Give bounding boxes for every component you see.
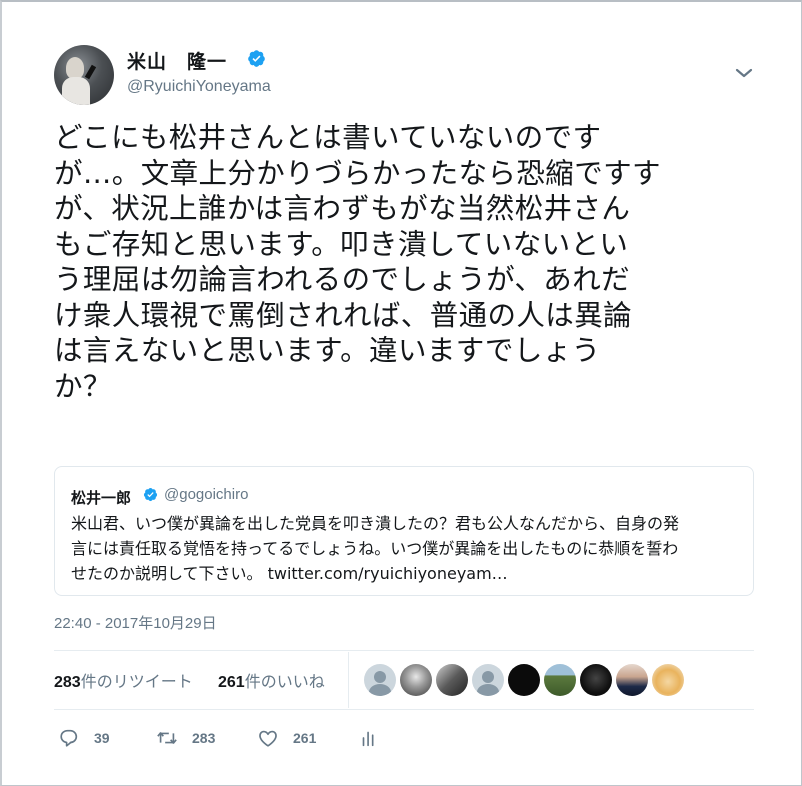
verified-badge-icon bbox=[248, 50, 265, 67]
liker-avatar[interactable] bbox=[652, 664, 684, 696]
avatar-figure-body bbox=[62, 77, 90, 105]
tweet-line: う理屈は勿論言われるのでしょうが、あれだ bbox=[54, 263, 631, 296]
avatar-figure-head bbox=[66, 57, 84, 79]
like-stats-count: 261 bbox=[218, 674, 245, 691]
like-count: 261 bbox=[293, 730, 317, 746]
tweet-line: どこにも松井さんとは書いていないのです bbox=[54, 121, 602, 154]
tweet-line: は言えないと思います。違いますでしょう bbox=[54, 334, 601, 367]
author-avatar[interactable] bbox=[54, 45, 114, 105]
quoted-line: 米山君、いつ僕が異論を出した党員を叩き潰したの？君も公人なんだから、自身の発 bbox=[71, 514, 680, 533]
quoted-line: せたのか説明して下さい。 twitter.com/ryuichiyoneyam… bbox=[71, 564, 508, 583]
tweet-line: か？ bbox=[54, 369, 112, 403]
author-name[interactable]: 米山 隆一 bbox=[127, 47, 227, 74]
tweet-line: もご存知と思います。叩き潰していないとい bbox=[54, 227, 629, 261]
retweet-count: 283 bbox=[192, 730, 216, 746]
tweet-card: 米山 隆一 @RyuichiYoneyama どこにも松井さんとは書いていないの… bbox=[0, 0, 802, 786]
reply-icon bbox=[60, 729, 78, 747]
quoted-author-handle: @gogoichiro bbox=[164, 486, 249, 503]
analytics-icon bbox=[362, 731, 374, 747]
quoted-line: 言には責任取る覚悟を持ってるでしょうね。いつ僕が異論を出したものに恭順を誓わ bbox=[71, 539, 679, 558]
retweet-button[interactable]: 283 bbox=[156, 726, 215, 750]
liker-avatar[interactable] bbox=[436, 664, 468, 696]
stats-separator bbox=[348, 652, 349, 708]
like-button[interactable]: 261 bbox=[257, 726, 316, 750]
author-handle[interactable]: @RyuichiYoneyama bbox=[127, 78, 271, 96]
retweet-stats-label: 件のリツイート bbox=[80, 672, 193, 691]
quoted-author-name: 松井一郎 bbox=[71, 489, 132, 507]
tweet-line: が、状況上誰かは言わずもがな当然松井さん bbox=[54, 192, 631, 225]
tweet-timestamp[interactable]: 22:40 - 2017年10月29日 bbox=[54, 612, 217, 633]
liker-avatar[interactable] bbox=[580, 664, 612, 696]
like-stats-link[interactable]: 261件のいいね bbox=[218, 668, 325, 692]
reply-count: 39 bbox=[94, 730, 110, 746]
liker-avatar[interactable] bbox=[544, 664, 576, 696]
quoted-tweet[interactable]: 松井一郎 @gogoichiro 米山君、いつ僕が異論を出した党員を叩き潰したの… bbox=[54, 466, 754, 596]
divider bbox=[54, 650, 754, 651]
verified-badge-icon bbox=[143, 487, 158, 502]
liker-avatar[interactable] bbox=[472, 664, 504, 696]
tweet-line: け衆人環視で罵倒されれば、普通の人は異論 bbox=[54, 298, 633, 332]
retweet-stats-link[interactable]: 283件のリツイート bbox=[54, 668, 193, 692]
divider bbox=[54, 709, 754, 710]
liker-avatar[interactable] bbox=[400, 664, 432, 696]
liker-avatar[interactable] bbox=[364, 664, 396, 696]
liker-avatar[interactable] bbox=[508, 664, 540, 696]
reply-button[interactable]: 39 bbox=[58, 726, 110, 750]
retweet-stats-count: 283 bbox=[54, 674, 81, 691]
tweet-text: どこにも松井さんとは書いていないのです が…。文章上分かりづらかったなら恐縮です… bbox=[54, 120, 754, 404]
chevron-down-icon[interactable] bbox=[733, 65, 755, 81]
liker-avatar[interactable] bbox=[616, 664, 648, 696]
tweet-line: が…。文章上分かりづらかったなら恐縮ですす bbox=[54, 156, 661, 190]
heart-icon bbox=[259, 730, 277, 747]
like-stats-label: 件のいいね bbox=[244, 672, 325, 691]
retweet-icon bbox=[157, 732, 177, 744]
avatar-microphone bbox=[84, 64, 97, 80]
quoted-tweet-text: 米山君、いつ僕が異論を出した党員を叩き潰したの？君も公人なんだから、自身の発 言… bbox=[71, 511, 743, 586]
analytics-button[interactable] bbox=[358, 726, 380, 750]
